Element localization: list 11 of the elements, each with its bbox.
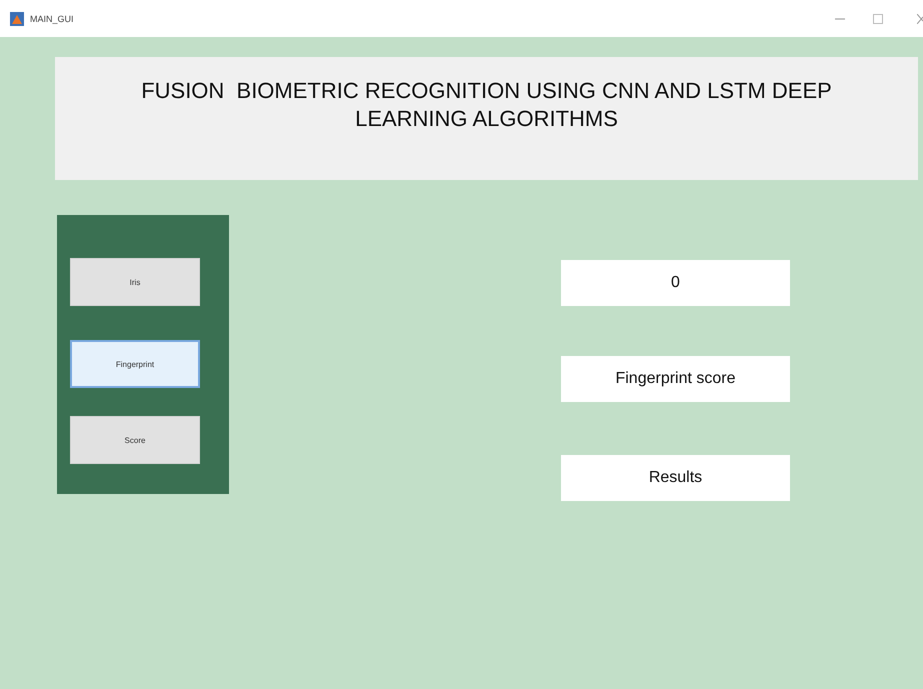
close-icon[interactable]: [917, 14, 923, 24]
output-field: 0: [561, 260, 790, 306]
window-title: MAIN_GUI: [30, 14, 74, 24]
action-button[interactable]: Fingerprint: [70, 340, 200, 388]
maximize-icon[interactable]: [873, 14, 883, 24]
output-field: Fingerprint score: [561, 356, 790, 402]
heading-text: FUSION BIOMETRIC RECOGNITION USING CNN AND LSTM DEEP LEARNING ALGORITHMS: [140, 77, 833, 133]
action-button[interactable]: Score: [70, 416, 200, 464]
action-button[interactable]: Iris: [70, 258, 200, 306]
output-field: Results: [561, 455, 790, 501]
app-icon: [10, 12, 24, 26]
